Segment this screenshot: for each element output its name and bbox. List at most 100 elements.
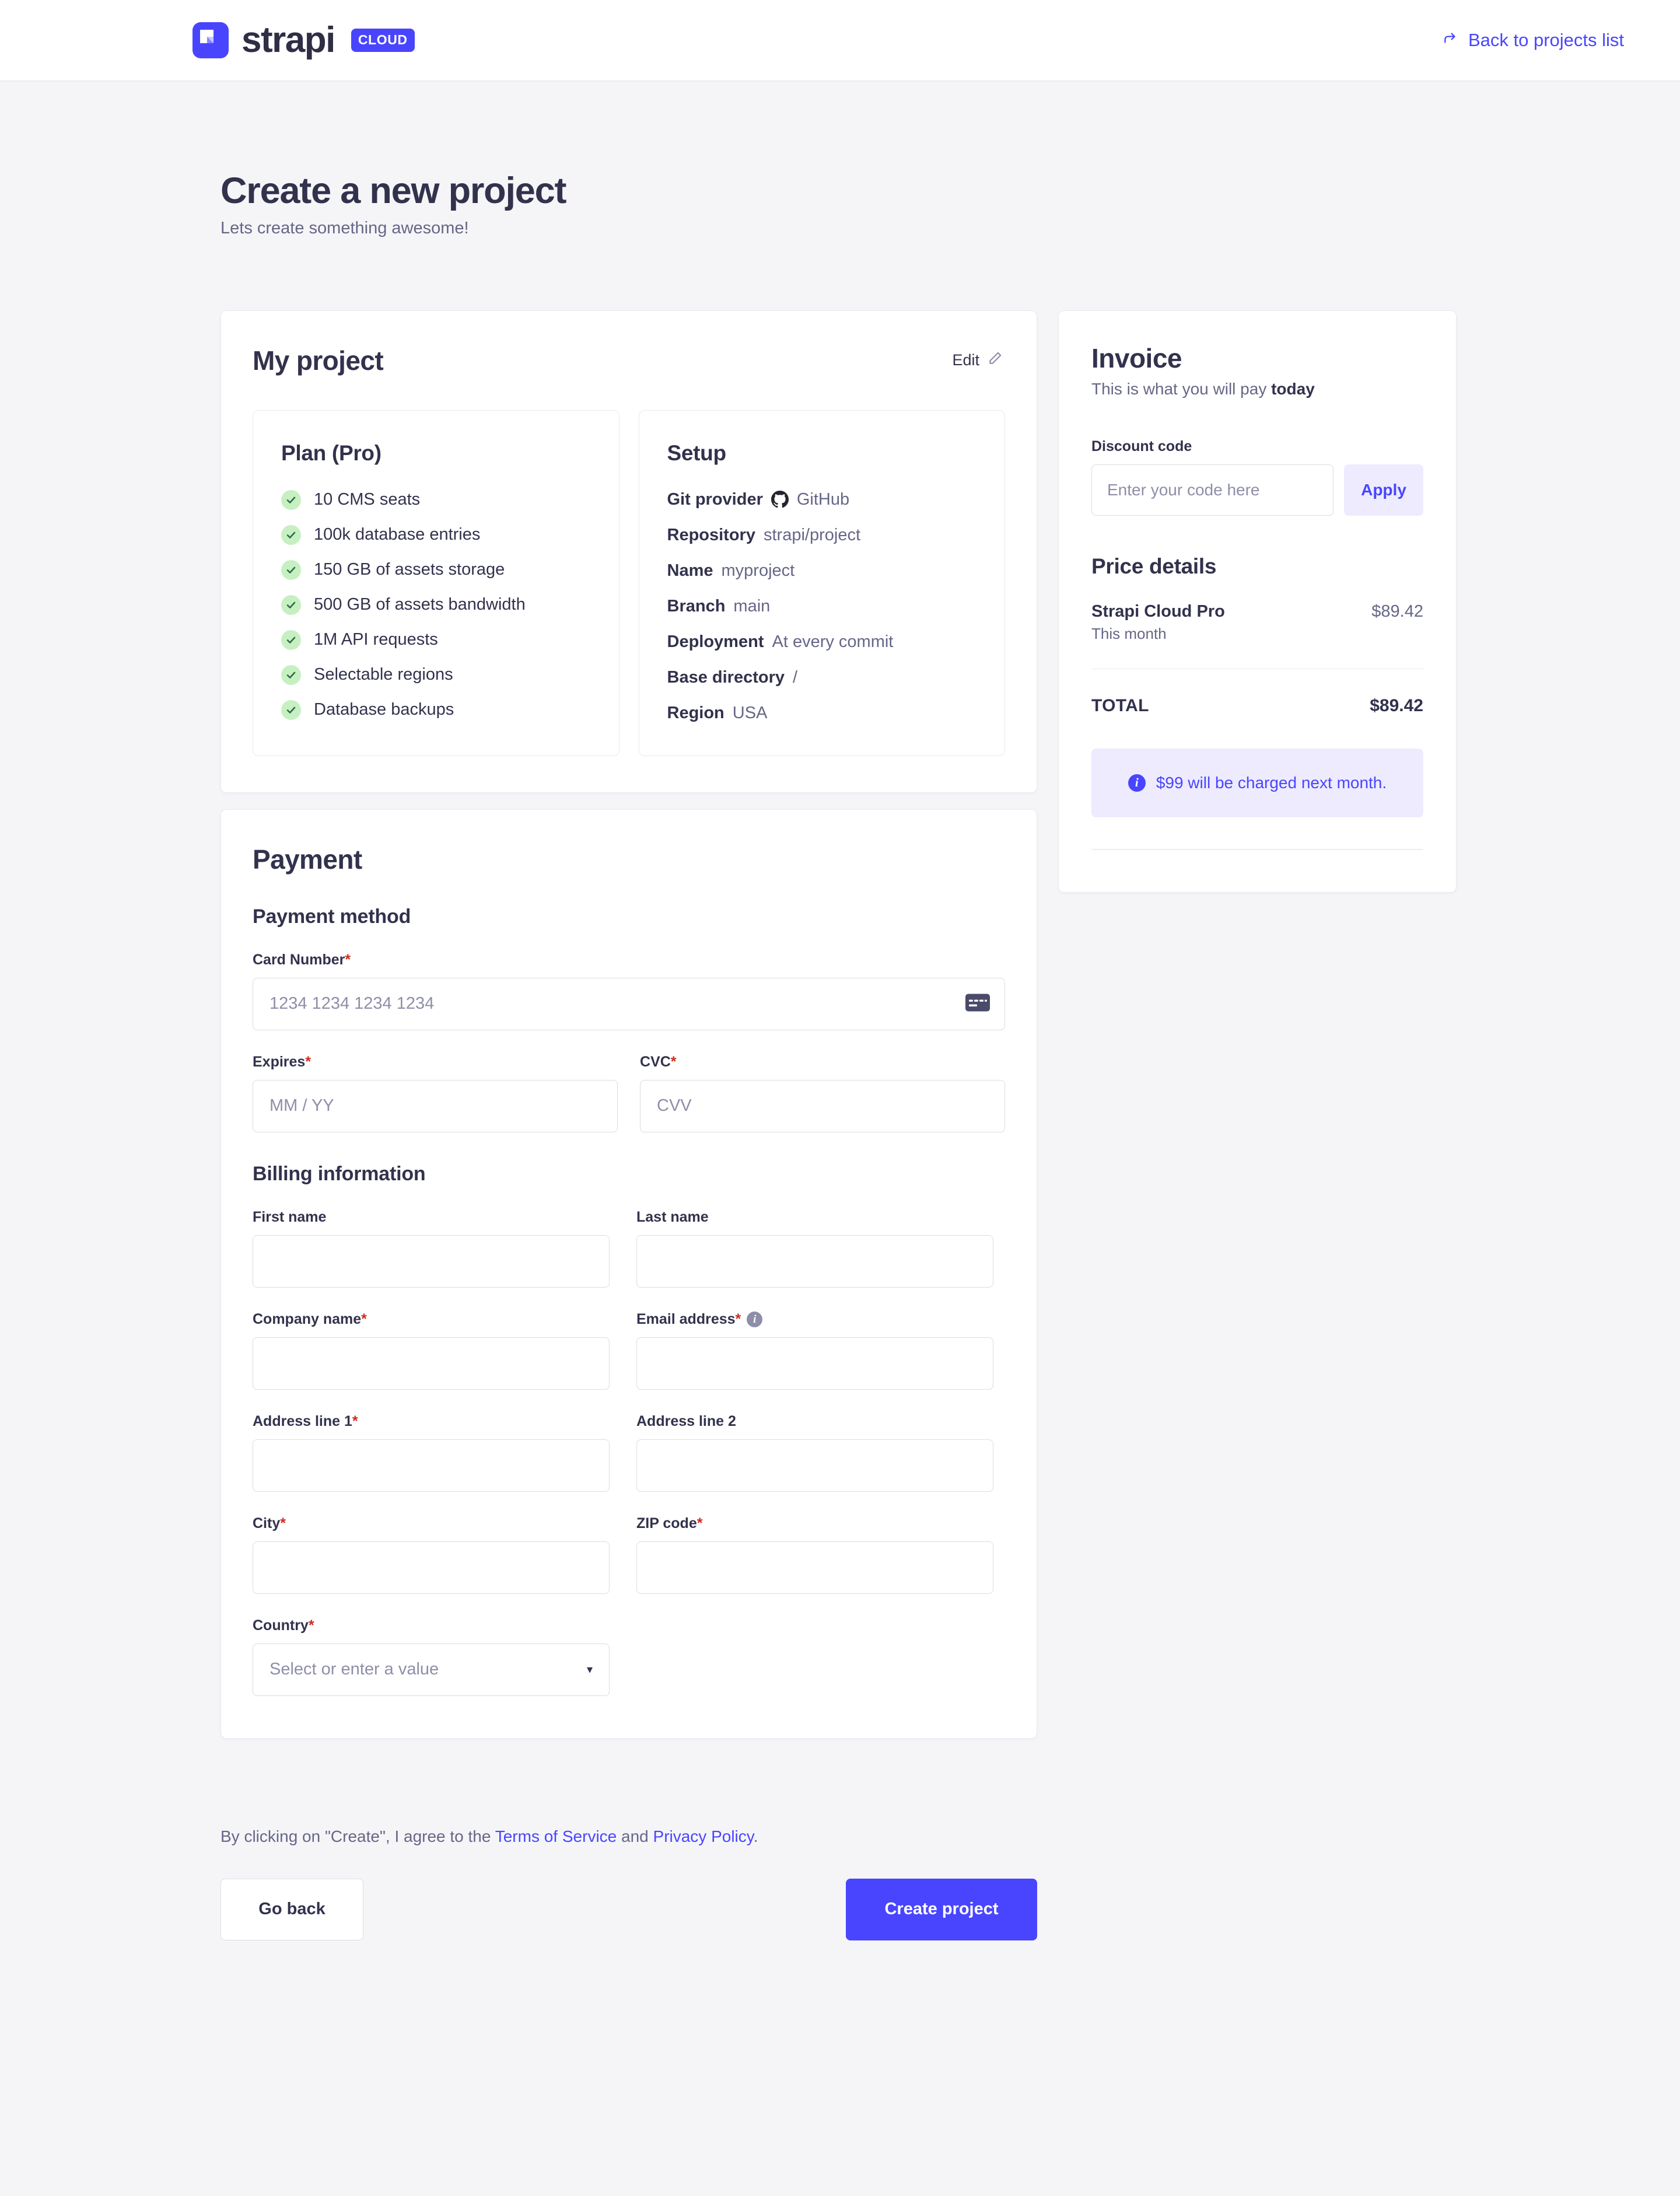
- discount-code-row: Apply: [1091, 464, 1423, 516]
- cloud-badge: CLOUD: [351, 29, 415, 52]
- plan-panel-title: Plan (Pro): [281, 440, 382, 465]
- setup-row-branch: Branch main: [667, 597, 977, 616]
- first-name-field-group: First name: [253, 1209, 610, 1288]
- privacy-policy-link[interactable]: Privacy Policy: [653, 1827, 754, 1845]
- required-marker: *: [305, 1053, 312, 1070]
- setup-row-value: At every commit: [772, 632, 894, 651]
- strapi-logomark-icon: [192, 22, 229, 58]
- card-expiry-cvc-row: Expires* CVC*: [253, 1054, 1005, 1132]
- email-field[interactable]: [636, 1337, 993, 1390]
- setup-row-key: Base directory: [667, 667, 785, 687]
- setup-row-key: Region: [667, 703, 724, 722]
- project-name: My project: [253, 345, 384, 376]
- check-icon: [281, 595, 301, 615]
- apply-discount-button[interactable]: Apply: [1344, 464, 1423, 516]
- summary-panels: Plan (Pro) 10 CMS seats 100k database en…: [253, 410, 1005, 756]
- plan-feature-label: 1M API requests: [314, 630, 438, 649]
- list-item: Selectable regions: [281, 665, 591, 685]
- plan-feature-label: 150 GB of assets storage: [314, 560, 505, 579]
- plan-feature-label: 10 CMS seats: [314, 490, 421, 509]
- total-row: TOTAL $89.42: [1091, 696, 1423, 716]
- cvc-field-group: CVC*: [640, 1054, 1005, 1132]
- terms-of-service-link[interactable]: Terms of Service: [495, 1827, 617, 1845]
- list-item: 100k database entries: [281, 524, 591, 545]
- check-icon: [281, 630, 301, 650]
- expires-input[interactable]: [253, 1079, 618, 1132]
- country-select[interactable]: Select or enter a value ▾: [253, 1643, 610, 1696]
- edit-button-label: Edit: [952, 351, 979, 369]
- company-name-label-text: Company name: [253, 1310, 362, 1327]
- invoice-title: Invoice: [1091, 342, 1182, 373]
- total-amount: $89.42: [1370, 695, 1423, 715]
- address-line-1-input[interactable]: [253, 1439, 610, 1492]
- zip-code-label-text: ZIP code: [636, 1515, 697, 1531]
- email-field-group: Email address* i: [636, 1311, 993, 1390]
- card-number-label: Card Number*: [253, 952, 1005, 968]
- total-label: TOTAL: [1091, 695, 1149, 715]
- setup-row-value: main: [733, 596, 771, 616]
- country-select-value: Select or enter a value: [270, 1660, 439, 1679]
- city-input[interactable]: [253, 1541, 610, 1594]
- top-navigation-bar: strapi CLOUD Back to projects list: [0, 0, 1680, 82]
- go-back-button[interactable]: Go back: [220, 1878, 363, 1940]
- create-project-button[interactable]: Create project: [846, 1878, 1037, 1940]
- last-name-input[interactable]: [636, 1235, 993, 1288]
- card-number-label-text: Card Number: [253, 951, 345, 968]
- strapi-cloud-logo[interactable]: strapi CLOUD: [192, 22, 415, 58]
- payment-card: Payment Payment method Card Number* 1234…: [220, 809, 1037, 1739]
- setup-row-base-directory: Base directory /: [667, 668, 977, 687]
- left-column: My project Edit Plan (Pro) 10 CMS seats …: [220, 310, 1037, 1739]
- info-circle-icon: i: [1128, 774, 1146, 792]
- credit-card-icon: [965, 994, 990, 1014]
- address-line-2-input[interactable]: [636, 1439, 993, 1492]
- card-number-field-group: Card Number*: [253, 952, 1005, 1030]
- payment-method-title: Payment method: [253, 905, 411, 928]
- company-name-field-group: Company name*: [253, 1311, 610, 1390]
- list-item: Database backups: [281, 700, 591, 720]
- setup-row-value: myproject: [721, 561, 795, 580]
- expires-field-group: Expires*: [253, 1054, 618, 1132]
- invoice-subtitle: This is what you will pay today: [1091, 380, 1423, 398]
- back-to-projects-list-label: Back to projects list: [1468, 30, 1624, 50]
- setup-row-repository: Repository strapi/project: [667, 526, 977, 545]
- page-content: Create a new project Lets create somethi…: [0, 82, 1680, 2045]
- address-line-1-field-group: Address line 1*: [253, 1413, 610, 1492]
- discount-code-input[interactable]: [1091, 464, 1334, 516]
- required-marker: *: [735, 1310, 741, 1327]
- required-marker: *: [670, 1053, 677, 1070]
- expires-label: Expires*: [253, 1054, 618, 1071]
- required-marker: *: [361, 1310, 367, 1327]
- invoice-bottom-divider: [1091, 848, 1423, 850]
- project-summary-header: My project Edit: [253, 345, 1005, 376]
- setup-row-git-provider: Git provider GitHub: [667, 490, 977, 509]
- discount-code-label: Discount code: [1091, 438, 1192, 454]
- setup-row-value: strapi/project: [763, 525, 860, 544]
- card-number-input[interactable]: [253, 977, 1005, 1030]
- required-marker: *: [345, 951, 351, 968]
- edit-project-button[interactable]: Edit: [952, 351, 1003, 370]
- footer-button-row: Go back Create project: [220, 1878, 1037, 2045]
- last-name-label: Last name: [636, 1208, 709, 1225]
- list-item: 1M API requests: [281, 630, 591, 650]
- setup-row-deployment: Deployment At every commit: [667, 632, 977, 652]
- list-item: 500 GB of assets bandwidth: [281, 595, 591, 615]
- setup-row-value: USA: [732, 703, 768, 722]
- city-zip-row: City* ZIP code*: [253, 1515, 1005, 1594]
- check-icon: [281, 524, 301, 545]
- company-name-input[interactable]: [253, 1337, 610, 1390]
- info-icon[interactable]: i: [747, 1312, 763, 1328]
- cvc-label: CVC*: [640, 1054, 1005, 1071]
- back-to-projects-list-link[interactable]: Back to projects list: [1441, 29, 1624, 51]
- plan-feature-label: 100k database entries: [314, 525, 481, 544]
- zip-code-input[interactable]: [636, 1541, 993, 1594]
- price-line-item-name: Strapi Cloud Pro: [1091, 602, 1225, 621]
- country-select-wrap: Select or enter a value ▾: [253, 1643, 610, 1696]
- address-row: Address line 1* Address line 2: [253, 1413, 1005, 1492]
- billing-information-title: Billing information: [253, 1162, 426, 1185]
- check-icon: [281, 560, 301, 580]
- invoice-subtitle-text: This is what you will pay: [1091, 379, 1272, 398]
- cvc-input[interactable]: [640, 1079, 1005, 1132]
- address-line-1-label-text: Address line 1: [253, 1412, 352, 1429]
- card-number-input-wrap: [253, 977, 1005, 1030]
- first-name-input[interactable]: [253, 1235, 610, 1288]
